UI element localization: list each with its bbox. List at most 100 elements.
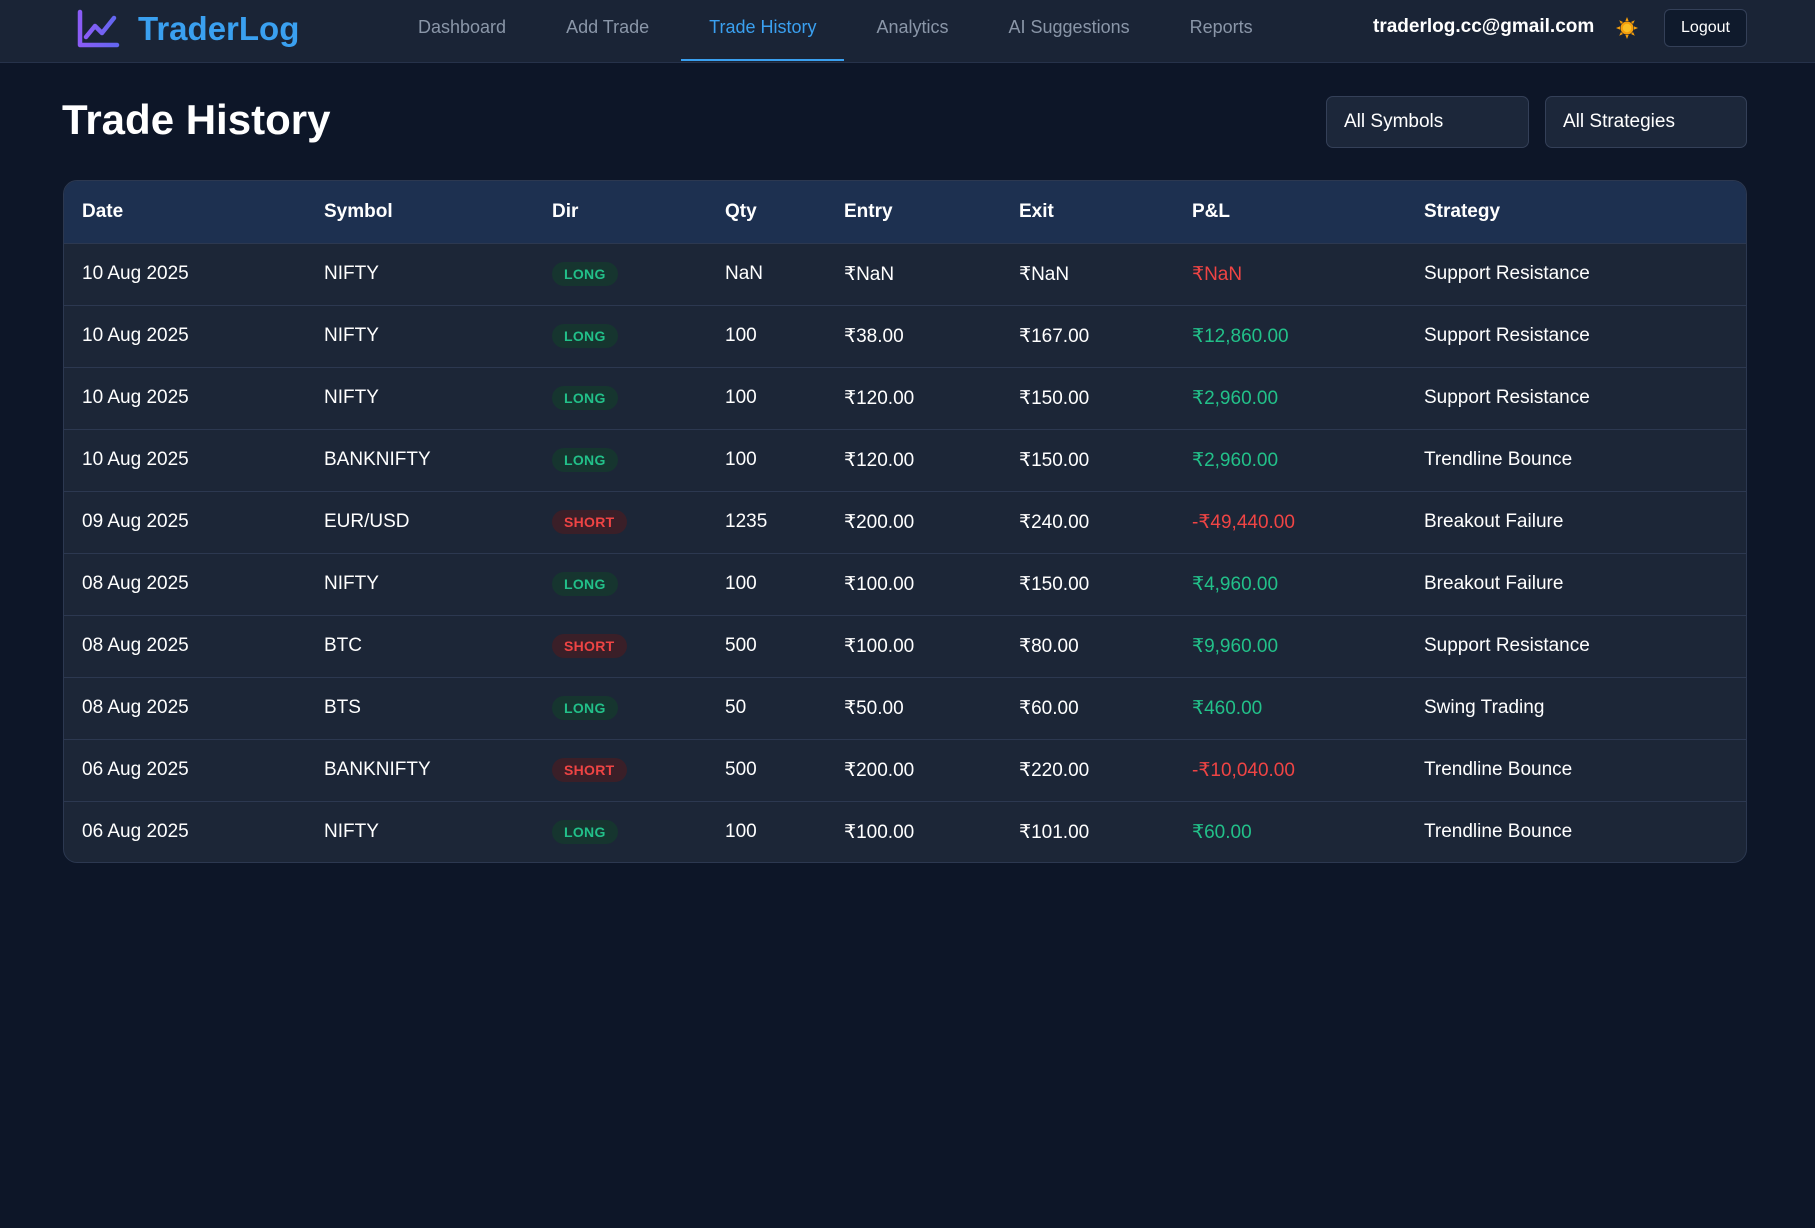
direction-badge: SHORT — [552, 634, 627, 658]
column-header-date[interactable]: Date — [64, 181, 306, 243]
cell-strategy: Trendline Bounce — [1424, 821, 1573, 843]
sun-icon[interactable] — [1616, 17, 1638, 39]
table-header-row: Date Symbol Dir Qty Entry Exit P&L Strat… — [64, 181, 1746, 243]
column-header-strategy[interactable]: Strategy — [1406, 181, 1746, 243]
cell-strategy: Trendline Bounce — [1424, 449, 1573, 470]
cell-qty: NaN — [725, 263, 764, 284]
tab-trade-history[interactable]: Trade History — [681, 0, 845, 61]
column-header-symbol[interactable]: Symbol — [306, 181, 534, 243]
table-row[interactable]: 06 Aug 2025 NIFTY LONG 100 ₹100.00 ₹101.00 ₹60… — [64, 801, 1746, 862]
cell-entry: ₹50.00 — [844, 697, 904, 719]
page-title: Trade History — [62, 96, 331, 143]
cell-dir: LONG — [534, 801, 707, 862]
table-row[interactable]: 10 Aug 2025 BANKNIFTY LONG 100 ₹120.00 ₹150.0… — [64, 429, 1746, 491]
table-row[interactable]: 08 Aug 2025 NIFTY LONG 100 ₹100.00 ₹150.00 ₹4,… — [64, 553, 1746, 615]
direction-badge: LONG — [552, 448, 618, 472]
cell-strategy: Trendline Bounce — [1424, 759, 1573, 780]
cell-pnl: ₹12,860.00 — [1192, 325, 1289, 347]
cell-entry: ₹100.00 — [844, 573, 915, 595]
cell-symbol: NIFTY — [324, 387, 379, 408]
cell-dir: LONG — [534, 243, 707, 305]
direction-badge: LONG — [552, 820, 618, 845]
symbol-filter-value: All Symbols — [1344, 111, 1444, 132]
table-row[interactable]: 10 Aug 2025 NIFTY LONG NaN ₹NaN ₹NaN ₹NaN Suppo… — [64, 243, 1746, 305]
tab-add-trade[interactable]: Add Trade — [538, 0, 677, 55]
column-header-dir[interactable]: Dir — [534, 181, 707, 243]
column-header-qty[interactable]: Qty — [707, 181, 826, 243]
cell-exit: ₹150.00 — [1019, 573, 1090, 595]
cell-date: 08 Aug 2025 — [82, 635, 189, 656]
cell-dir: LONG — [534, 367, 707, 429]
cell-symbol: NIFTY — [324, 573, 379, 594]
chart-line-icon — [77, 9, 120, 48]
table-row[interactable]: 10 Aug 2025 NIFTY LONG 100 ₹38.00 ₹167.00 ₹12,… — [64, 305, 1746, 367]
brand-name: TraderLog — [138, 10, 300, 47]
cell-date: 10 Aug 2025 — [82, 325, 189, 346]
table-row[interactable]: 08 Aug 2025 BTC SHORT 500 ₹100.00 ₹80.00 ₹9,96… — [64, 615, 1746, 677]
cell-entry: ₹120.00 — [844, 449, 915, 471]
direction-badge: SHORT — [552, 758, 627, 782]
cell-qty: 100 — [725, 449, 757, 470]
tab-ai-suggestions[interactable]: AI Suggestions — [981, 0, 1158, 55]
tab-reports[interactable]: Reports — [1162, 0, 1281, 55]
tab-dashboard[interactable]: Dashboard — [390, 0, 534, 55]
cell-entry: ₹100.00 — [844, 821, 915, 843]
strategy-filter-select[interactable]: All Strategies — [1545, 96, 1747, 148]
main-nav: Dashboard Add Trade Trade History Analyt… — [390, 0, 1285, 63]
cell-dir: LONG — [534, 305, 707, 367]
column-header-pnl[interactable]: P&L — [1174, 181, 1406, 243]
direction-badge: LONG — [552, 696, 618, 720]
cell-pnl: ₹9,960.00 — [1192, 635, 1279, 657]
cell-dir: LONG — [534, 677, 707, 739]
cell-date: 10 Aug 2025 — [82, 449, 189, 470]
cell-qty: 500 — [725, 759, 757, 780]
column-header-entry[interactable]: Entry — [826, 181, 1001, 243]
direction-badge: LONG — [552, 386, 618, 410]
cell-strategy: Support Resistance — [1424, 635, 1590, 656]
cell-dir: SHORT — [534, 491, 707, 553]
cell-pnl: ₹2,960.00 — [1192, 387, 1279, 409]
cell-symbol: NIFTY — [324, 325, 379, 346]
cell-symbol: BTC — [324, 635, 362, 656]
cell-exit: ₹60.00 — [1019, 697, 1079, 719]
cell-pnl: ₹4,960.00 — [1192, 573, 1279, 595]
column-header-exit[interactable]: Exit — [1001, 181, 1174, 243]
cell-strategy: Swing Trading — [1424, 697, 1545, 718]
cell-qty: 50 — [725, 697, 747, 718]
table-row[interactable]: 08 Aug 2025 BTS LONG 50 ₹50.00 ₹60.00 ₹460.00 S… — [64, 677, 1746, 739]
cell-exit: ₹150.00 — [1019, 449, 1090, 471]
cell-entry: ₹NaN — [844, 263, 895, 285]
cell-exit: ₹150.00 — [1019, 387, 1090, 409]
table-row[interactable]: 09 Aug 2025 EUR/USD SHORT 1235 ₹200.00 ₹240.0… — [64, 491, 1746, 553]
cell-date: 09 Aug 2025 — [82, 511, 189, 532]
symbol-filter-select[interactable]: All Symbols — [1326, 96, 1529, 148]
cell-date: 08 Aug 2025 — [82, 573, 189, 594]
cell-date: 10 Aug 2025 — [82, 263, 189, 284]
direction-badge: LONG — [552, 324, 618, 348]
table-row[interactable]: 06 Aug 2025 BANKNIFTY SHORT 500 ₹200.00 ₹220.… — [64, 739, 1746, 801]
logout-button[interactable]: Logout — [1664, 9, 1747, 47]
cell-entry: ₹200.00 — [844, 759, 915, 781]
cell-pnl: ₹NaN — [1192, 263, 1243, 285]
cell-pnl: -₹49,440.00 — [1192, 511, 1295, 533]
cell-dir: SHORT — [534, 615, 707, 677]
cell-exit: ₹167.00 — [1019, 325, 1090, 347]
cell-qty: 100 — [725, 325, 757, 346]
brand-logo[interactable]: TraderLog — [76, 6, 299, 52]
cell-symbol: BTS — [324, 697, 361, 718]
cell-dir: LONG — [534, 429, 707, 491]
cell-date: 10 Aug 2025 — [82, 387, 189, 408]
cell-pnl: ₹460.00 — [1192, 697, 1263, 719]
cell-exit: ₹220.00 — [1019, 759, 1090, 781]
top-navbar: TraderLog Dashboard Add Trade Trade Hist… — [0, 0, 1815, 63]
cell-entry: ₹100.00 — [844, 635, 915, 657]
tab-analytics[interactable]: Analytics — [848, 0, 976, 55]
cell-strategy: Support Resistance — [1424, 263, 1590, 284]
direction-badge: LONG — [552, 572, 618, 596]
table-row[interactable]: 10 Aug 2025 NIFTY LONG 100 ₹120.00 ₹150.00 ₹2,… — [64, 367, 1746, 429]
cell-qty: 100 — [725, 821, 757, 843]
cell-exit: ₹240.00 — [1019, 511, 1090, 533]
cell-symbol: NIFTY — [324, 263, 379, 284]
cell-qty: 500 — [725, 635, 757, 656]
cell-qty: 100 — [725, 573, 757, 594]
